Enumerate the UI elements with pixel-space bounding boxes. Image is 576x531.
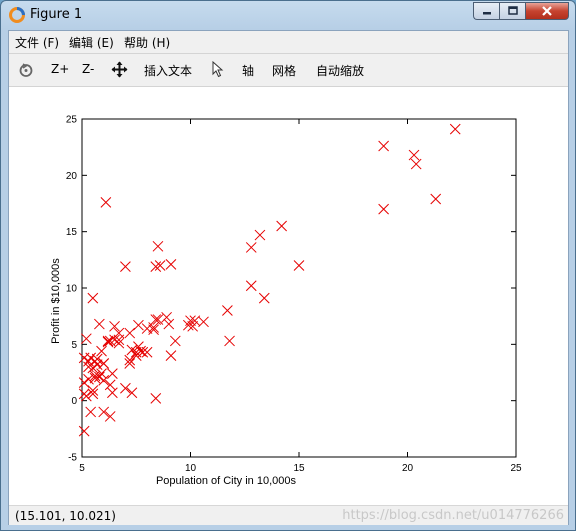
- data-point-marker: [104, 411, 116, 422]
- data-point-marker: [100, 197, 112, 208]
- data-point-marker: [165, 350, 177, 361]
- data-point-marker: [98, 358, 110, 369]
- y-tick-label: 20: [66, 171, 78, 182]
- data-point-marker: [150, 393, 162, 404]
- window-title: Figure 1: [30, 7, 83, 22]
- data-point-marker: [98, 406, 110, 418]
- data-point-marker: [124, 327, 136, 339]
- x-tick-label: 25: [510, 463, 522, 474]
- axes-toggle-button[interactable]: 轴: [242, 62, 254, 79]
- menu-bar: 文件 (F) 编辑 (E) 帮助 (H): [9, 31, 568, 53]
- data-point-marker: [163, 318, 175, 330]
- pan-icon[interactable]: [111, 61, 128, 78]
- menu-help[interactable]: 帮助 (H): [124, 34, 170, 51]
- octave-logo-icon: [9, 7, 25, 23]
- data-point-marker: [430, 193, 442, 205]
- x-tick-label: 10: [185, 463, 197, 474]
- y-tick-label: 15: [66, 227, 78, 238]
- close-button[interactable]: [525, 2, 569, 20]
- x-tick-label: 5: [79, 463, 85, 474]
- grid-toggle-button[interactable]: 网格: [272, 62, 296, 79]
- figure-client-area: 文件 (F) 编辑 (E) 帮助 (H) Z+ Z- 插入文本 轴 网格 自动缩: [8, 30, 569, 525]
- data-point-marker: [245, 280, 257, 292]
- data-point-marker: [224, 335, 235, 347]
- maximize-button[interactable]: [499, 2, 525, 20]
- data-point-marker: [165, 258, 177, 270]
- data-point-marker: [107, 368, 118, 379]
- insert-text-button[interactable]: 插入文本: [144, 62, 192, 79]
- data-point-marker: [83, 355, 94, 367]
- data-point-marker: [161, 311, 172, 323]
- minimize-button[interactable]: [473, 2, 499, 20]
- y-tick-label: -5: [68, 453, 77, 464]
- data-point-marker: [87, 292, 99, 304]
- data-point-marker: [120, 261, 131, 272]
- data-point-marker: [276, 220, 287, 232]
- data-point-marker: [94, 318, 105, 330]
- status-bar: (15.101, 10.021) https://blog.csdn.net/u…: [9, 505, 568, 525]
- data-point-marker: [150, 314, 162, 325]
- data-point-marker: [80, 390, 92, 402]
- y-tick-label: 10: [66, 284, 78, 295]
- data-point-marker: [254, 229, 266, 241]
- data-point-marker: [408, 149, 420, 161]
- y-tick-label: 5: [71, 340, 77, 351]
- cursor-coordinates: (15.101, 10.021): [15, 509, 116, 523]
- x-tick-label: 20: [402, 463, 414, 474]
- watermark-text: https://blog.csdn.net/u014776266: [342, 508, 564, 523]
- data-point-marker: [293, 260, 305, 271]
- data-point-marker: [169, 335, 181, 347]
- data-point-marker: [258, 292, 270, 304]
- y-axis-label: Profit in $10,000s: [50, 258, 62, 344]
- data-point-marker: [152, 240, 164, 252]
- close-icon: [542, 6, 552, 16]
- data-point-marker: [78, 377, 90, 388]
- autoscale-button[interactable]: 自动缩放: [316, 62, 364, 79]
- rotate-icon[interactable]: [18, 62, 34, 78]
- data-point-marker: [104, 379, 116, 391]
- data-point-marker: [85, 406, 97, 418]
- data-point-marker: [378, 140, 389, 152]
- figure-window: Figure 1 文件 (F) 编辑 (E) 帮助 (H) Z+ Z- 插入文本…: [0, 0, 576, 531]
- zoom-in-button[interactable]: Z+: [51, 62, 69, 76]
- title-bar[interactable]: Figure 1: [1, 1, 575, 29]
- minimize-icon: [482, 12, 491, 15]
- data-point-marker: [120, 382, 131, 394]
- toolbar: Z+ Z- 插入文本 轴 网格 自动缩放: [9, 54, 568, 86]
- data-point-marker: [222, 305, 233, 316]
- plot-area[interactable]: 5 10 15 20 25 -5 0 5 10 15 20 25 Population of City…: [9, 87, 568, 505]
- data-point-marker: [78, 425, 90, 437]
- y-tick-label: 25: [66, 115, 78, 126]
- data-point-marker: [245, 242, 257, 253]
- menu-file[interactable]: 文件 (F): [15, 34, 59, 51]
- data-point-marker: [148, 324, 159, 336]
- window-controls: [473, 2, 569, 20]
- x-axis-label: Population of City in 10,000s: [156, 475, 297, 487]
- x-tick-label: 15: [293, 463, 305, 474]
- menu-edit[interactable]: 编辑 (E): [69, 34, 114, 51]
- data-point-marker: [126, 387, 138, 399]
- data-point-marker: [85, 352, 97, 364]
- data-point-marker: [96, 368, 107, 379]
- data-point-marker: [133, 319, 144, 331]
- data-point-marker: [410, 158, 422, 170]
- y-tick-label: 0: [71, 396, 77, 407]
- data-point-marker: [80, 333, 92, 345]
- plot-box: [81, 118, 517, 458]
- data-point-marker: [378, 203, 389, 215]
- data-point-marker: [449, 123, 461, 135]
- select-pointer-icon[interactable]: [212, 61, 224, 78]
- data-point-marker: [107, 387, 118, 399]
- maximize-icon: [507, 6, 518, 15]
- scatter-chart: 5 10 15 20 25 -5 0 5 10 15 20 25 Population of City…: [50, 115, 522, 488]
- data-point-marker: [109, 320, 120, 332]
- zoom-out-button[interactable]: Z-: [82, 62, 94, 76]
